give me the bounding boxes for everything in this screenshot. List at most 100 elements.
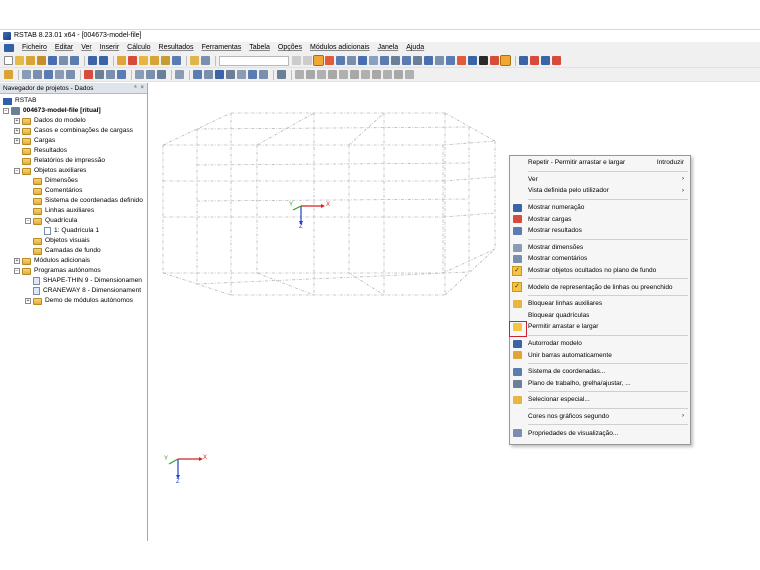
select-icon[interactable]	[4, 70, 13, 79]
move-icon[interactable]	[135, 70, 144, 79]
node-icon[interactable]	[22, 70, 31, 79]
expand-toggle[interactable]: +	[14, 128, 20, 134]
dimension-chain-icon[interactable]	[372, 70, 381, 79]
dimension-arc-icon[interactable]	[317, 70, 326, 79]
dimension-table-icon[interactable]	[405, 70, 414, 79]
dimension-slope-icon[interactable]	[339, 70, 348, 79]
tree-item-modulos-adicionais[interactable]: + Módulos adicionais	[0, 256, 147, 266]
rotate-icon[interactable]	[468, 56, 477, 65]
open-recent-icon[interactable]	[26, 56, 35, 65]
render-icon[interactable]	[369, 56, 378, 65]
menu-inserir[interactable]: Inserir	[96, 42, 123, 54]
dimension-ordinate-icon[interactable]	[394, 70, 403, 79]
measure-icon[interactable]	[95, 70, 104, 79]
tree-item-quadricula[interactable]: − Quadrícula	[0, 216, 147, 226]
tree-item-comentarios[interactable]: Comentários	[0, 186, 147, 196]
load-case-select[interactable]	[219, 55, 289, 66]
tree-item-relatorios[interactable]: Relatórios de impressão	[0, 156, 147, 166]
navigator-icon[interactable]	[201, 56, 210, 65]
menu-item-bloquear-linhas[interactable]: Bloquear linhas auxiliares	[510, 298, 690, 310]
project-icon[interactable]	[37, 56, 46, 65]
menu-item-plano-de-trabalho[interactable]: Plano de trabalho, grelha/ajustar, ...	[510, 378, 690, 390]
tree-item-camadas-de-fundo[interactable]: Camadas de fundo	[0, 246, 147, 256]
active-mode-icon[interactable]	[500, 55, 511, 66]
gear-icon[interactable]	[139, 56, 148, 65]
print-icon[interactable]	[59, 56, 68, 65]
menu-item-cores-graficos[interactable]: Cores nos gráficos segundo ›	[510, 411, 690, 423]
view-icon[interactable]	[347, 56, 356, 65]
support-icon[interactable]	[161, 56, 170, 65]
expand-toggle[interactable]: +	[14, 118, 20, 124]
tree-item-sistema-coordenadas[interactable]: Sistema de coordenadas definido	[0, 196, 147, 206]
menu-janela[interactable]: Janela	[374, 42, 403, 54]
close-view-icon[interactable]	[479, 56, 488, 65]
tree-item-cargas[interactable]: + Cargas	[0, 136, 147, 146]
tree-item-root[interactable]: RSTAB	[0, 96, 147, 106]
display-icon[interactable]	[358, 56, 367, 65]
tree-item-shape-thin[interactable]: SHAPE-THIN 9 - Dimensionamen	[0, 276, 147, 286]
close-icon[interactable]: ×	[140, 85, 144, 91]
expand-toggle[interactable]: +	[14, 258, 20, 264]
visibility-icon[interactable]	[259, 70, 268, 79]
load-icon[interactable]	[84, 70, 93, 79]
tree-item-quadricula-1[interactable]: 1: Quadrícula 1	[0, 226, 147, 236]
delete-icon[interactable]	[490, 56, 499, 65]
show-loads-icon[interactable]	[325, 56, 334, 65]
dimension-radius-icon[interactable]	[328, 70, 337, 79]
dimension-diameter-icon[interactable]	[361, 70, 370, 79]
undo-icon[interactable]	[88, 56, 97, 65]
pin-icon[interactable]	[530, 56, 539, 65]
layers-icon[interactable]	[248, 70, 257, 79]
show-values-icon[interactable]	[336, 56, 345, 65]
menu-calculo[interactable]: Cálculo	[123, 42, 154, 54]
window-split-icon[interactable]	[541, 56, 550, 65]
next-icon[interactable]	[303, 56, 312, 65]
dimension-icon[interactable]	[106, 70, 115, 79]
menu-item-unir-barras[interactable]: Unir barras automaticamente	[510, 349, 690, 361]
tree-item-craneway[interactable]: CRANEWAY 8 - Dimensionament	[0, 286, 147, 296]
tree-item-dados-do-modelo[interactable]: + Dados do modelo	[0, 116, 147, 126]
menu-ferramentas[interactable]: Ferramentas	[198, 42, 246, 54]
menu-item-mostrar-comentarios[interactable]: Mostrar comentários	[510, 253, 690, 265]
dimension-offset-icon[interactable]	[383, 70, 392, 79]
window-icon[interactable]	[519, 56, 528, 65]
menu-tabela[interactable]: Tabela	[245, 42, 274, 54]
divide-icon[interactable]	[175, 70, 184, 79]
snap-icon[interactable]	[128, 56, 137, 65]
menu-item-mostrar-dimensoes[interactable]: Mostrar dimensões	[510, 242, 690, 254]
menu-item-mostrar-numeracao[interactable]: Mostrar numeração	[510, 202, 690, 214]
tree-item-objetos-auxiliares[interactable]: − Objetos auxiliares	[0, 166, 147, 176]
menu-item-sistema-coordenadas[interactable]: Sistema de coordenadas...	[510, 366, 690, 378]
zoom-icon[interactable]	[446, 56, 455, 65]
member-view-icon[interactable]	[391, 56, 400, 65]
menu-resultados[interactable]: Resultados	[155, 42, 198, 54]
print-report-icon[interactable]	[70, 56, 79, 65]
iso-view-icon[interactable]	[402, 56, 411, 65]
menu-ajuda[interactable]: Ajuda	[402, 42, 428, 54]
menu-item-ver[interactable]: Ver ›	[510, 174, 690, 186]
top-view-icon[interactable]	[424, 56, 433, 65]
results-toggle-icon[interactable]	[313, 55, 324, 66]
open-file-icon[interactable]	[15, 56, 24, 65]
tree-item-model[interactable]: − 004673-model-file [ritual]	[0, 106, 147, 116]
tree-item-objetos-visuais[interactable]: Objetos visuais	[0, 236, 147, 246]
tree-item-demo-modulos[interactable]: + Demo de módulos autónomos	[0, 296, 147, 306]
section-icon[interactable]	[172, 56, 181, 65]
set-of-members-icon[interactable]	[55, 70, 64, 79]
menu-item-selecionar-especial[interactable]: Selecionar especial...	[510, 394, 690, 406]
tree-item-dimensoes[interactable]: Dimensões	[0, 176, 147, 186]
tree-item-casos[interactable]: + Casos e combinações de cargass	[0, 126, 147, 136]
dimension-height-icon[interactable]	[350, 70, 359, 79]
copy-icon[interactable]	[146, 70, 155, 79]
table-icon[interactable]	[190, 56, 199, 65]
alert-icon[interactable]	[552, 56, 561, 65]
side-view-icon[interactable]	[435, 56, 444, 65]
menu-item-permitir-arrastar[interactable]: Permitir arrastar e largar	[509, 321, 690, 338]
menu-item-modelo-representacao[interactable]: ✓ Modelo de representação de linhas ou p…	[510, 281, 690, 293]
collapse-toggle[interactable]: −	[14, 268, 20, 274]
guide-line-icon[interactable]	[237, 70, 246, 79]
line-icon[interactable]	[33, 70, 42, 79]
menu-item-mostrar-cargas[interactable]: Mostrar cargas	[510, 213, 690, 225]
coordinate-icon[interactable]	[226, 70, 235, 79]
grid-icon[interactable]	[193, 70, 202, 79]
